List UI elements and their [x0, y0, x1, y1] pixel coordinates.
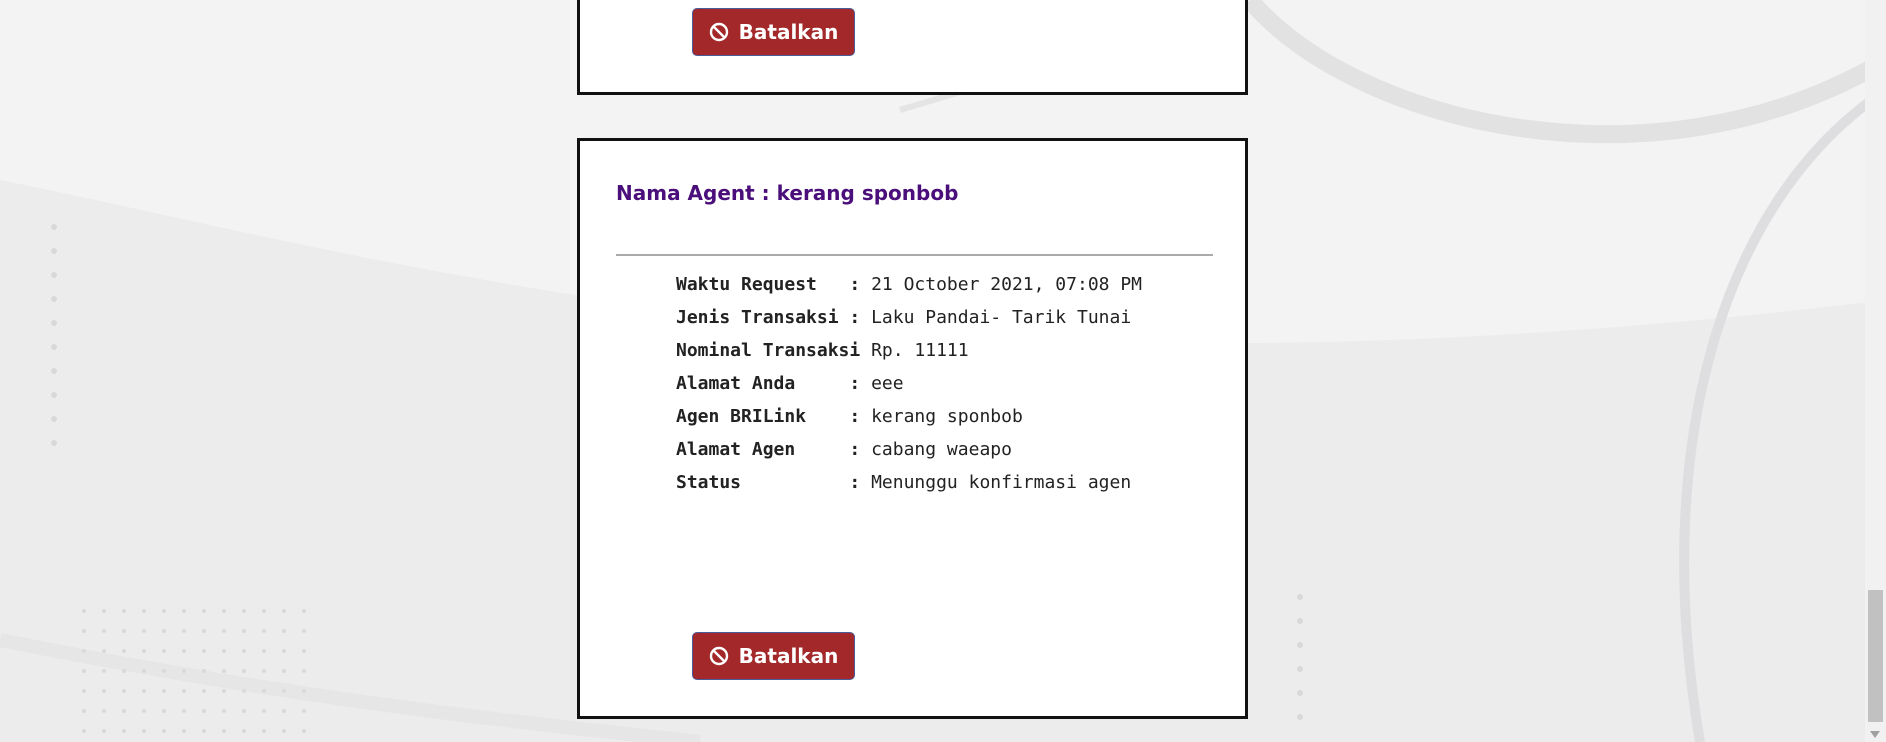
ban-icon: [709, 646, 728, 666]
detail-value: 21 October 2021, 07:08 PM: [871, 274, 1143, 295]
previous-request-card: Batalkan: [577, 0, 1248, 95]
detail-row-waktu-request: Waktu Request : 21 October 2021, 07:08 P…: [676, 268, 1146, 301]
dot-pattern-right: [1297, 594, 1303, 720]
scrollbar-thumb[interactable]: [1868, 590, 1883, 722]
dot-grid-bottom-left: [82, 609, 306, 733]
detail-label: Waktu Request :: [676, 274, 872, 295]
request-card: Nama Agent : kerang sponbob Waktu Reques…: [577, 138, 1248, 719]
detail-value: eee: [871, 373, 904, 394]
detail-row-status: Status : Menunggu konfirmasi agen: [676, 466, 1146, 499]
detail-value: Laku Pandai- Tarik Tunai: [871, 307, 1132, 328]
detail-label: Status :: [676, 472, 872, 493]
divider: [616, 254, 1213, 256]
cancel-button[interactable]: Batalkan: [692, 8, 855, 56]
detail-row-alamat-agen: Alamat Agen : cabang waeapo: [676, 433, 1146, 466]
detail-label: Jenis Transaksi :: [676, 307, 872, 328]
ban-icon: [709, 22, 728, 42]
agent-name-heading: Nama Agent : kerang sponbob: [616, 181, 959, 205]
detail-row-agen-brilink: Agen BRILink : kerang sponbob: [676, 400, 1146, 433]
detail-label: Alamat Agen :: [676, 439, 872, 460]
detail-row-nominal-transaksi: Nominal Transaksi Rp. 11111: [676, 334, 1146, 367]
cancel-button-label: Batalkan: [738, 644, 839, 668]
detail-value: cabang waeapo: [871, 439, 1012, 460]
detail-label: Alamat Anda :: [676, 373, 872, 394]
detail-label: Nominal Transaksi: [676, 340, 872, 361]
detail-value: kerang sponbob: [871, 406, 1023, 427]
cancel-button-label: Batalkan: [738, 20, 839, 44]
detail-value: Menunggu konfirmasi agen: [871, 472, 1132, 493]
cancel-button[interactable]: Batalkan: [692, 632, 855, 680]
detail-value: Rp. 11111: [871, 340, 969, 361]
scroll-down-arrow-icon[interactable]: [1870, 731, 1880, 738]
request-details: Waktu Request : 21 October 2021, 07:08 P…: [676, 268, 1146, 499]
detail-row-alamat-anda: Alamat Anda : eee: [676, 367, 1146, 400]
dot-pattern-left: [51, 224, 57, 446]
page-scrollbar[interactable]: [1865, 0, 1886, 742]
detail-row-jenis-transaksi: Jenis Transaksi : Laku Pandai- Tarik Tun…: [676, 301, 1146, 334]
detail-label: Agen BRILink :: [676, 406, 872, 427]
